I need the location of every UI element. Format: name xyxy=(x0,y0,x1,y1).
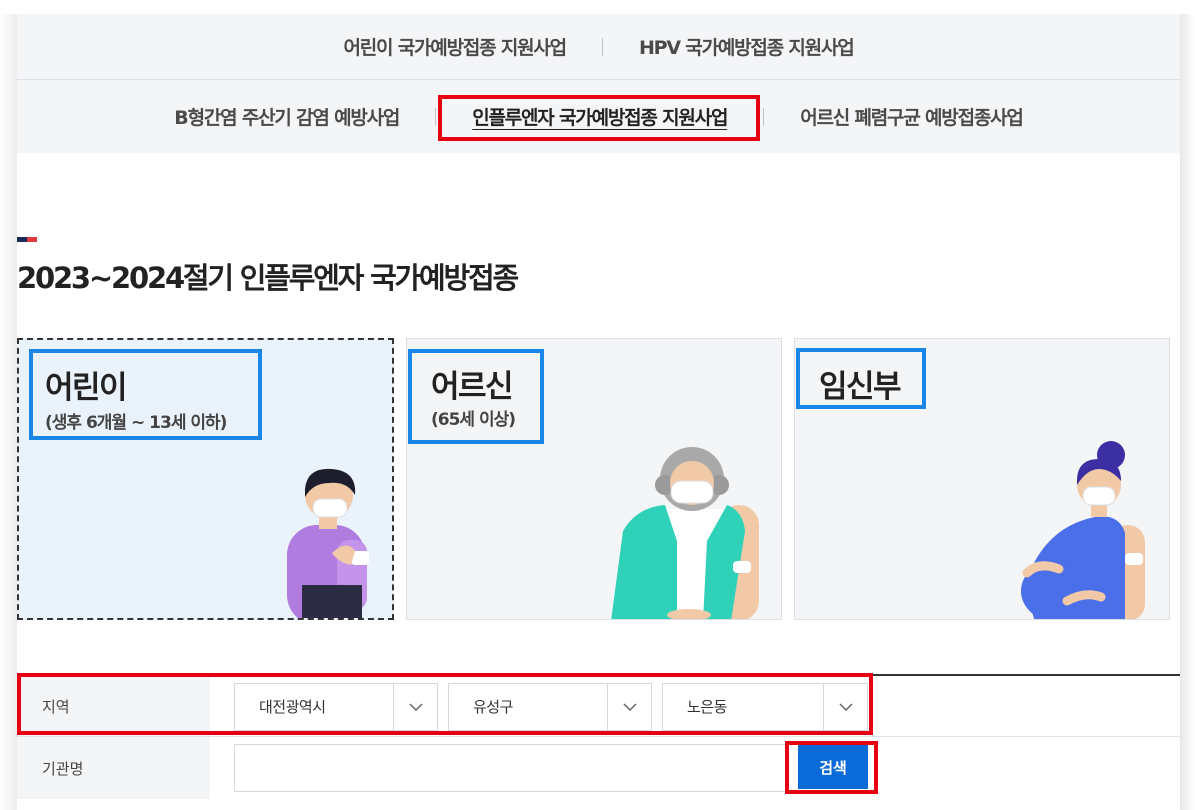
tab-influenza-vaccination[interactable]: 인플루엔자 국가예방접종 지원사업 xyxy=(464,103,735,130)
page-title: 2023~2024절기 인플루엔자 국가예방접종 xyxy=(17,261,519,295)
tab-row-2: B형간염 주산기 감염 예방사업 인플루엔자 국가예방접종 지원사업 어르신 폐… xyxy=(17,80,1180,153)
tab-separator xyxy=(601,37,603,56)
region-row: 지역 대전광역시 유성구 노은동 xyxy=(17,676,1180,737)
tab-row-1: 어린이 국가예방접종 지원사업 HPV 국가예방접종 지원사업 xyxy=(17,14,1180,80)
chevron-down-icon xyxy=(393,684,437,730)
card-pregnant[interactable]: 임신부 xyxy=(794,338,1170,620)
card-pregnant-title: 임신부 xyxy=(819,369,902,405)
org-row: 기관명 검색 xyxy=(17,737,1180,799)
province-select-value: 대전광역시 xyxy=(259,698,326,716)
district-select[interactable]: 유성구 xyxy=(448,683,652,731)
tab-pneumococcal[interactable]: 어르신 폐렴구균 예방접종사업 xyxy=(792,103,1030,130)
pregnant-illustration xyxy=(1021,441,1145,619)
neighborhood-select[interactable]: 노은동 xyxy=(662,683,868,731)
district-select-value: 유성구 xyxy=(473,698,513,716)
chevron-down-icon xyxy=(607,684,651,730)
title-mark-navy xyxy=(17,237,27,242)
neighborhood-select-value: 노은동 xyxy=(687,698,727,716)
frame-shadow-right xyxy=(1180,14,1195,810)
card-elderly-age: (65세 이상) xyxy=(431,410,516,430)
tab-hpv-vaccination[interactable]: HPV 국가예방접종 지원사업 xyxy=(631,33,862,60)
card-elderly-title: 어르신 xyxy=(431,369,514,405)
elderly-illustration xyxy=(611,447,759,619)
program-tabs: 어린이 국가예방접종 지원사업 HPV 국가예방접종 지원사업 B형간염 주산기… xyxy=(17,14,1180,153)
tab-separator xyxy=(763,107,765,126)
search-button[interactable]: 검색 xyxy=(798,745,868,789)
province-select[interactable]: 대전광역시 xyxy=(234,683,438,731)
title-mark xyxy=(17,237,37,242)
tab-child-vaccination[interactable]: 어린이 국가예방접종 지원사업 xyxy=(335,33,573,60)
tab-separator xyxy=(435,107,437,126)
card-elderly[interactable]: 어르신 (65세 이상) xyxy=(406,338,782,620)
org-label: 기관명 xyxy=(17,737,210,799)
page-frame: 어린이 국가예방접종 지원사업 HPV 국가예방접종 지원사업 B형간염 주산기… xyxy=(0,0,1195,810)
chevron-down-icon xyxy=(823,684,867,730)
org-name-input[interactable] xyxy=(234,744,803,792)
card-child[interactable]: 어린이 (생후 6개월 ~ 13세 이하) xyxy=(17,338,394,620)
frame-shadow-left xyxy=(0,14,17,810)
child-illustration xyxy=(287,468,369,618)
card-child-title: 어린이 xyxy=(45,370,128,406)
card-child-age: (생후 6개월 ~ 13세 이하) xyxy=(45,413,227,433)
title-mark-red xyxy=(27,237,37,242)
region-label: 지역 xyxy=(17,676,210,736)
tab-hepatitis-b[interactable]: B형간염 주산기 감염 예방사업 xyxy=(166,103,407,130)
